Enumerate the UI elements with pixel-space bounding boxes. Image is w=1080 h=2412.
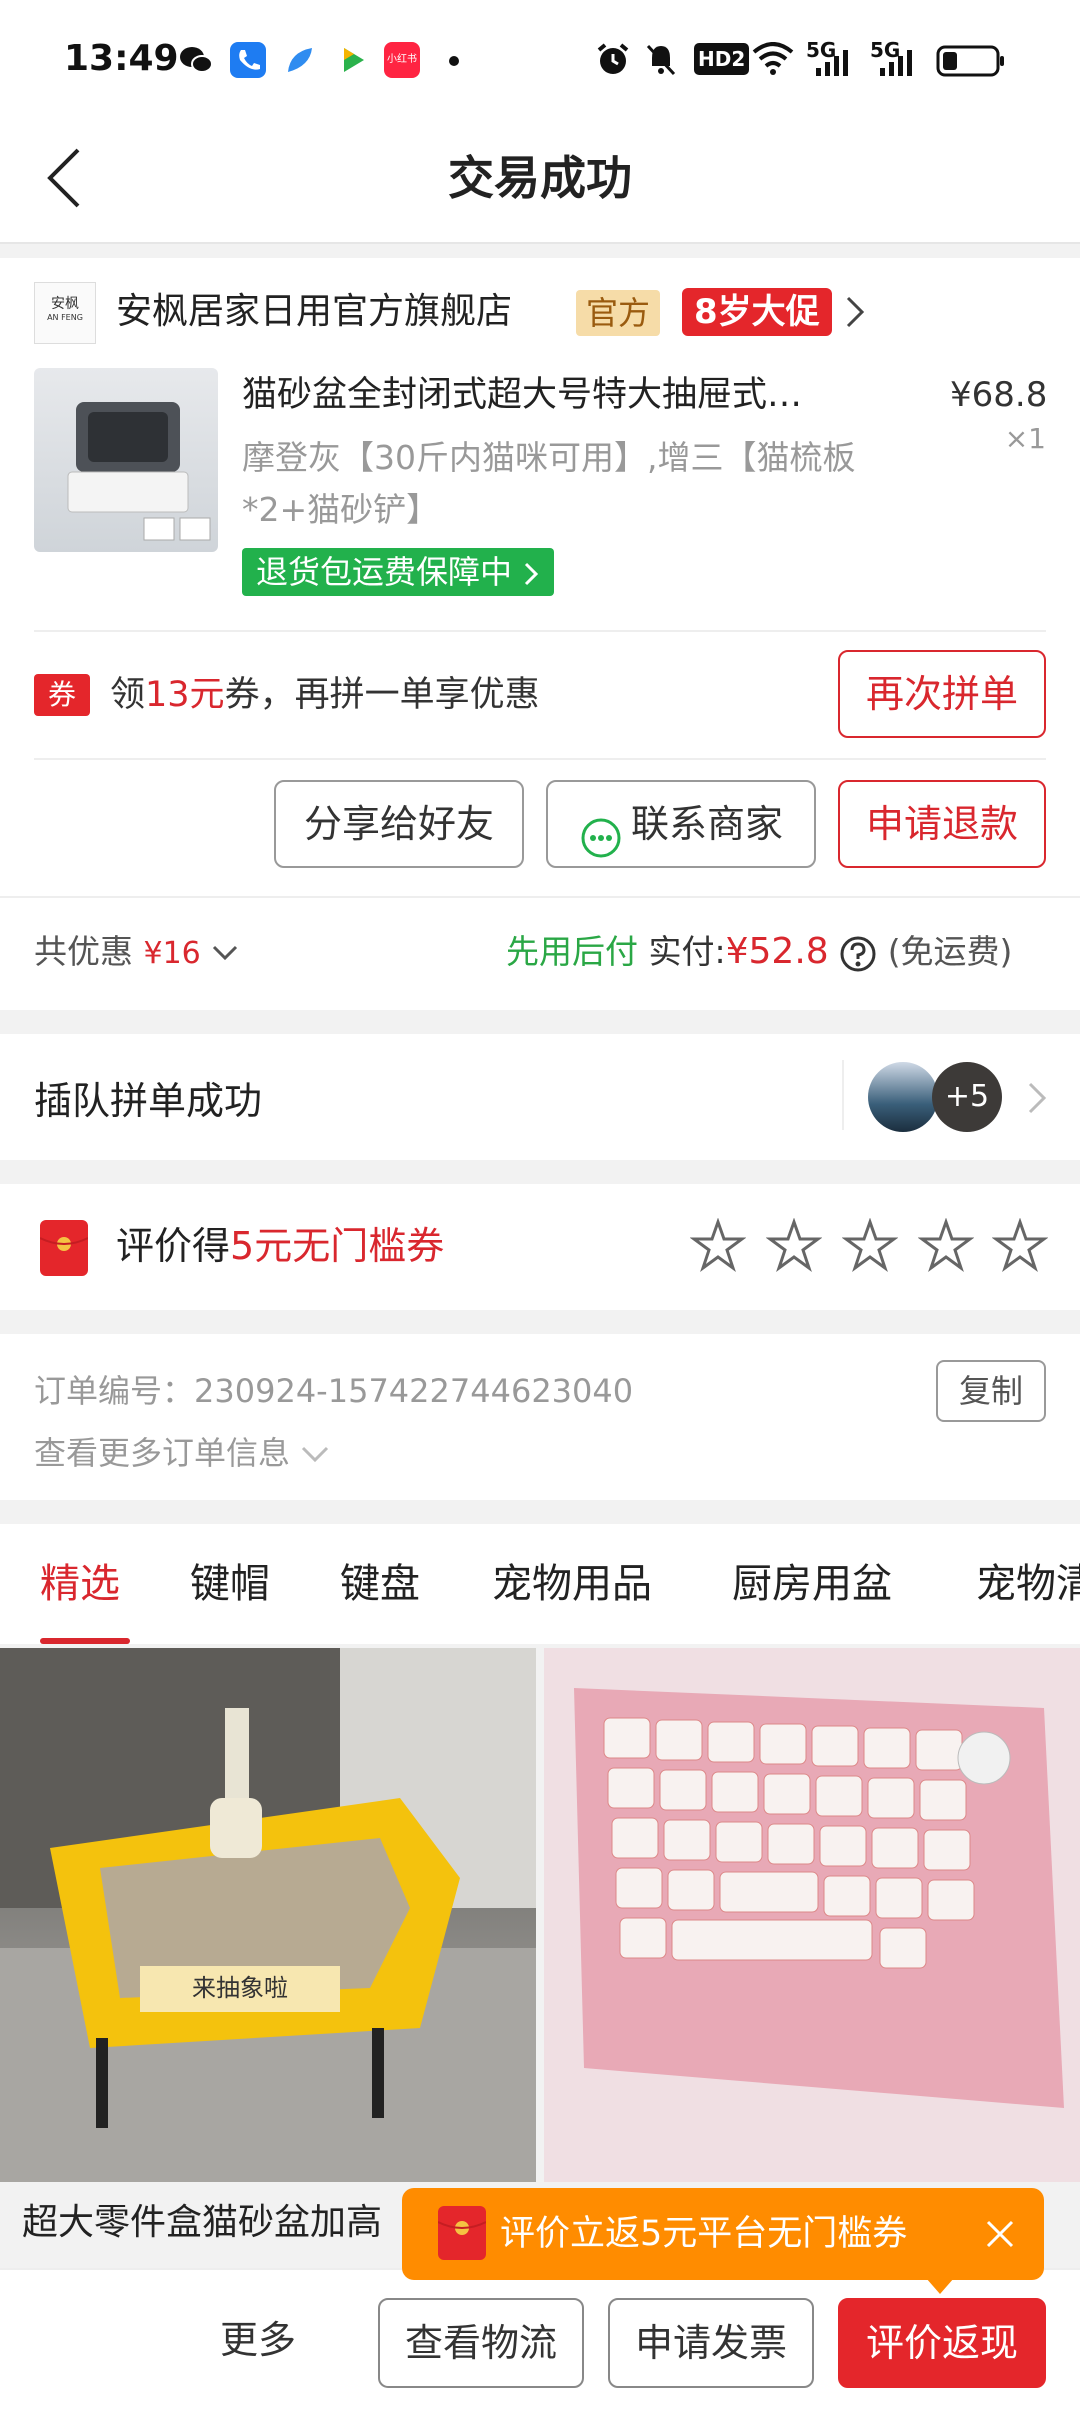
order-number-label: 订单编号： — [34, 1372, 195, 1410]
product-title[interactable]: 猫砂盆全封闭式超大号特大抽屉式… — [242, 370, 892, 420]
chat-bubble-icon — [579, 805, 623, 857]
tab-featured[interactable]: 精选 — [40, 1552, 120, 1616]
copy-button[interactable]: 复制 — [936, 1360, 1046, 1422]
more-button[interactable]: 更多 — [220, 2312, 296, 2368]
phone-icon — [230, 42, 266, 78]
star-icon-3[interactable] — [841, 1217, 899, 1274]
close-icon[interactable] — [978, 2212, 1022, 2256]
star-icon-4[interactable] — [917, 1217, 975, 1274]
tab-pet-supplies[interactable]: 宠物用品 — [492, 1552, 652, 1616]
order-info — [0, 1334, 1080, 1500]
tab-active-indicator — [40, 1638, 130, 1644]
track-logistics-button[interactable]: 查看物流 — [378, 2298, 584, 2388]
feed-item-image[interactable]: 来抽象啦 — [0, 1648, 536, 2182]
discount-label: 共优惠 — [34, 932, 133, 971]
review-prefix: 评价得 — [116, 1224, 231, 1268]
more-order-info[interactable]: 查看更多订单信息 — [34, 1428, 330, 1474]
tab-keyboards[interactable]: 键盘 — [340, 1552, 420, 1616]
tab-keycaps[interactable]: 键帽 — [190, 1552, 270, 1616]
paid-summary: 先用后付 实付:¥52.8 (免运费) — [506, 924, 1012, 980]
rebuy-button[interactable]: 再次拼单 — [838, 650, 1046, 738]
order-number-value: 230924-157422744623040 — [194, 1372, 634, 1410]
notification-dot — [449, 56, 459, 66]
freight-guarantee-label: 退货包运费保障中 — [256, 553, 513, 591]
shop-logo-sub: AN FENG — [47, 313, 83, 322]
chevron-right-icon — [1026, 1080, 1048, 1120]
official-badge: 官方 — [576, 290, 661, 336]
feed-item-image-2[interactable] — [544, 1648, 1080, 2182]
review-reward: 5元无门槛券 — [230, 1224, 445, 1268]
product-price: ¥68.8 — [950, 375, 1048, 415]
mute-icon — [642, 40, 680, 82]
contact-merchant-button[interactable]: 联系商家 — [546, 780, 816, 868]
request-invoice-button[interactable]: 申请发票 — [608, 2298, 814, 2388]
xiaohongshu-icon: 小红书 — [384, 42, 420, 78]
red-packet-icon — [39, 1220, 89, 1276]
page-title: 交易成功 — [448, 151, 632, 205]
feather-icon — [282, 42, 318, 78]
wechat-icon — [178, 42, 214, 78]
chevron-down-icon — [300, 1434, 330, 1472]
promo-badge: 8岁大促 — [682, 288, 832, 336]
chevron-right-icon — [522, 553, 540, 591]
battery-icon — [936, 44, 1006, 82]
avatar — [868, 1062, 938, 1132]
coupon-amount: 13元 — [145, 675, 225, 715]
pay-later-label: 先用后付 — [506, 932, 638, 971]
divider — [34, 630, 1046, 632]
group-buy-label: 插队拼单成功 — [34, 1079, 263, 1123]
order-number: 订单编号：230924-157422744623040 — [34, 1366, 633, 1412]
status-time: 13:49 — [64, 38, 179, 79]
video-icon — [334, 42, 370, 78]
chevron-right-icon[interactable] — [842, 294, 868, 330]
shop-name[interactable]: 安枫居家日用官方旗舰店 — [116, 286, 512, 338]
freight-guarantee-tag[interactable]: 退货包运费保障中 — [242, 548, 555, 596]
coupon-icon: 券 — [34, 674, 90, 716]
review-promo-text: 评价立返5元平台无门槛券 — [500, 2214, 908, 2254]
star-icon-1[interactable] — [689, 1217, 747, 1274]
product-image[interactable] — [34, 368, 218, 552]
divider — [842, 1060, 844, 1130]
tab-pet-more[interactable]: 宠物清 — [976, 1552, 1080, 1616]
hd-badge: HD2 — [694, 43, 750, 75]
divider — [34, 758, 1046, 760]
red-packet-icon — [437, 2206, 487, 2260]
contact-merchant-label: 联系商家 — [630, 802, 783, 846]
avatar-more-count: +5 — [932, 1062, 1002, 1132]
coupon-text: 领13元券，再拼一单享优惠 — [110, 668, 540, 722]
tab-kitchen-basins[interactable]: 厨房用盆 — [732, 1552, 892, 1616]
signal-icon — [810, 46, 858, 82]
box-label-text: 来抽象啦 — [192, 1974, 288, 2002]
discount-value: ¥16 — [143, 936, 201, 971]
more-order-info-label: 查看更多订单信息 — [34, 1434, 291, 1472]
product-quantity: ×1 — [1004, 422, 1046, 455]
help-icon[interactable] — [839, 932, 888, 971]
shipping-label: (免运费) — [887, 932, 1013, 971]
review-cashback-button[interactable]: 评价返现 — [838, 2298, 1046, 2388]
coupon-prefix: 领 — [110, 675, 146, 715]
popup-pointer — [926, 2278, 954, 2294]
refund-button[interactable]: 申请退款 — [838, 780, 1046, 868]
feed-item-title[interactable]: 超大零件盒猫砂盆加高 — [22, 2196, 382, 2250]
signal-icon-2 — [874, 46, 922, 82]
shop-logo[interactable]: 安枫 AN FENG — [34, 282, 96, 344]
alarm-icon — [594, 40, 632, 82]
paid-label: 实付: — [648, 932, 726, 971]
paid-value: ¥52.8 — [725, 931, 829, 972]
star-icon-5[interactable] — [991, 1217, 1049, 1274]
star-icon-2[interactable] — [765, 1217, 823, 1274]
share-button[interactable]: 分享给好友 — [274, 780, 524, 868]
coupon-suffix: 券，再拼一单享优惠 — [224, 675, 540, 715]
discount-summary[interactable]: 共优惠 ¥16 — [34, 924, 239, 982]
chevron-down-icon — [211, 932, 239, 971]
wifi-icon — [752, 42, 794, 80]
product-spec: 摩登灰【30斤内猫咪可用】,增三【猫梳板*2+猫砂铲】 — [242, 438, 856, 529]
review-reward-text: 评价得5元无门槛券 — [116, 1218, 444, 1274]
shop-logo-text: 安枫 — [51, 296, 79, 312]
